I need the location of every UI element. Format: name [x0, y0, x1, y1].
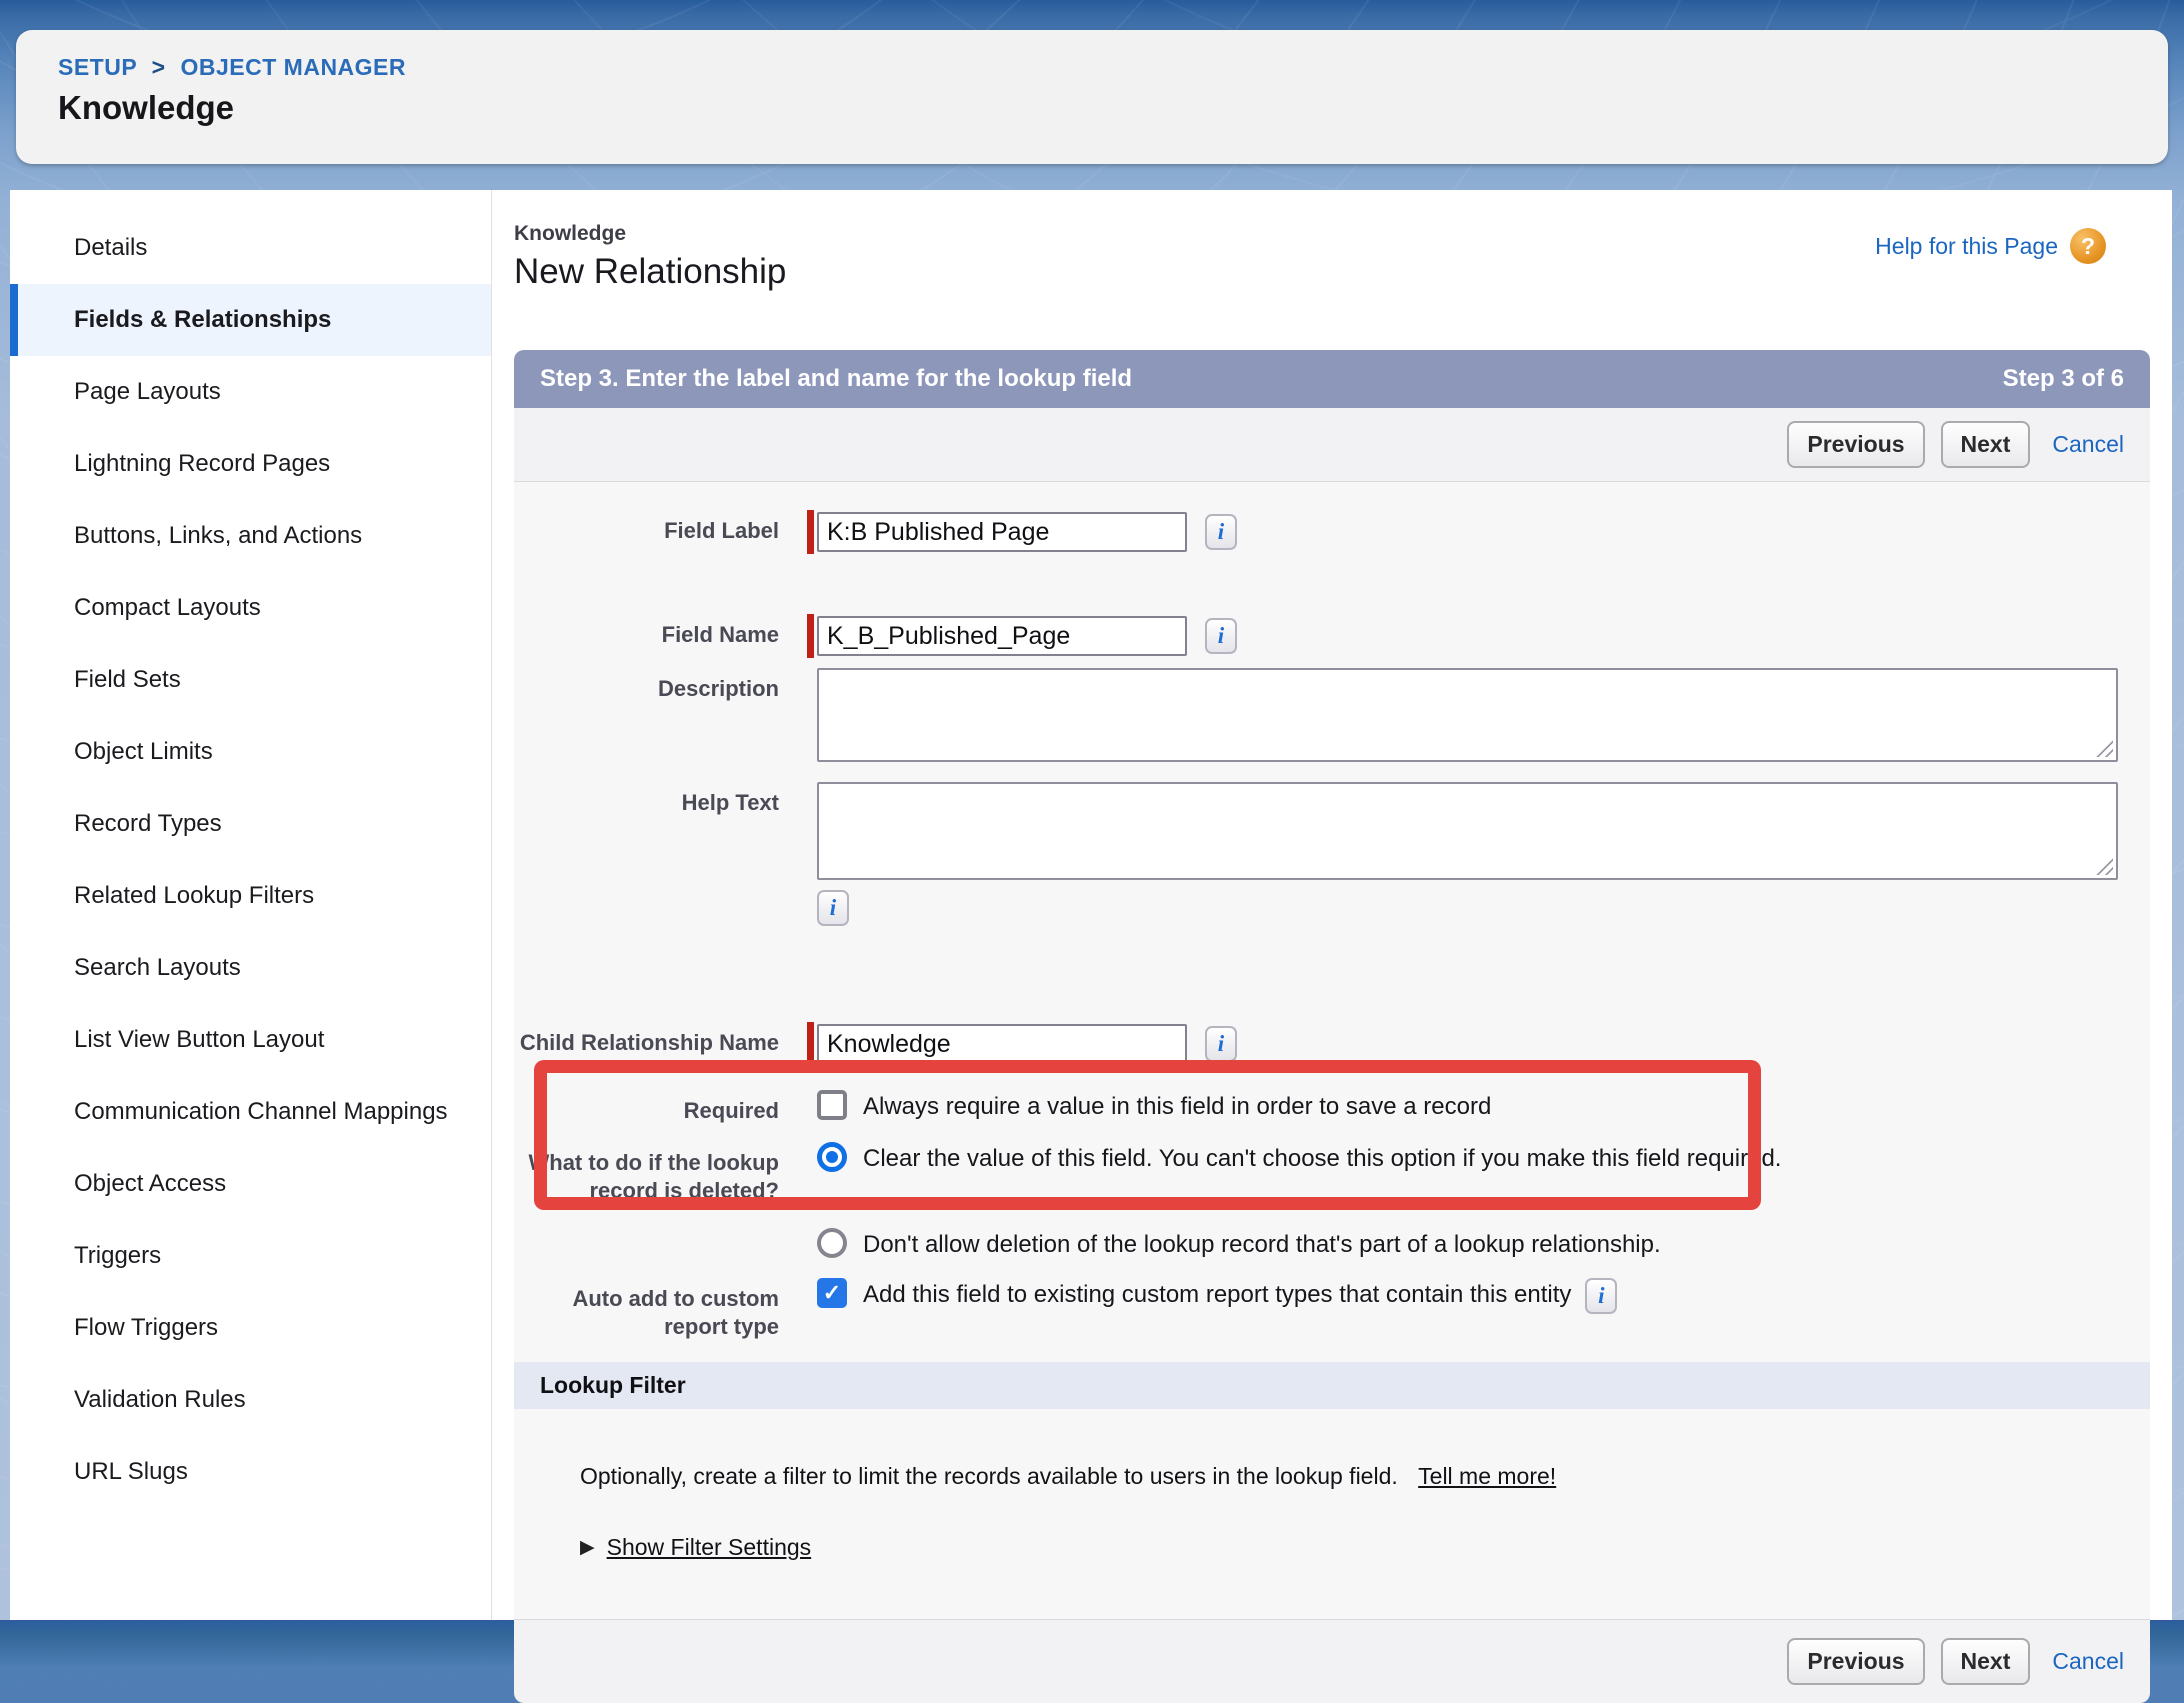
lookup-filter-section-header: Lookup Filter: [514, 1362, 2150, 1409]
radio-unselected-icon[interactable]: [817, 1228, 847, 1258]
sidebar-item-record-types[interactable]: Record Types: [10, 788, 491, 860]
description-row: Description: [514, 668, 2150, 762]
required-option-text: Always require a value in this field in …: [863, 1090, 1491, 1122]
previous-button-bottom[interactable]: Previous: [1787, 1638, 1924, 1685]
dont-allow-deletion-radio[interactable]: Don't allow deletion of the lookup recor…: [817, 1228, 1661, 1260]
breadcrumb-setup-link[interactable]: SETUP: [58, 54, 137, 80]
sidebar-item-search-layouts[interactable]: Search Layouts: [10, 932, 491, 1004]
checkbox-unchecked-icon[interactable]: [817, 1090, 847, 1120]
field-label-input[interactable]: [817, 512, 1187, 552]
required-bar: [807, 614, 814, 658]
content-area: Details Fields & Relationships Page Layo…: [10, 190, 2172, 1620]
help-question-icon[interactable]: ?: [2070, 228, 2106, 264]
sidebar-item-details[interactable]: Details: [10, 212, 491, 284]
required-label: Required: [514, 1090, 779, 1126]
help-for-this-page-link[interactable]: Help for this Page: [1875, 233, 2058, 260]
lookup-field-form: Field Label i Field Name i: [514, 482, 2150, 1362]
help-area: Help for this Page ?: [1875, 228, 2106, 264]
sidebar-item-buttons-links-actions[interactable]: Buttons, Links, and Actions: [10, 500, 491, 572]
field-label-info-icon[interactable]: i: [1205, 514, 1237, 550]
sidebar-item-fields-and-relationships[interactable]: Fields & Relationships: [10, 284, 491, 356]
field-name-label: Field Name: [514, 614, 779, 650]
breadcrumb-object-manager-link[interactable]: OBJECT MANAGER: [181, 54, 407, 80]
auto-add-checkbox[interactable]: ✓ Add this field to existing custom repo…: [817, 1278, 1617, 1314]
clear-value-option-text: Clear the value of this field. You can't…: [863, 1142, 1781, 1174]
sidebar-item-compact-layouts[interactable]: Compact Layouts: [10, 572, 491, 644]
help-text-row: Help Text i: [514, 782, 2150, 926]
lookup-deleted-label: What to do if the lookup record is delet…: [514, 1142, 779, 1206]
object-title: Knowledge: [58, 89, 2168, 127]
child-relationship-name-info-icon[interactable]: i: [1205, 1026, 1237, 1062]
required-bar: [807, 510, 814, 554]
show-filter-settings[interactable]: ▶ Show Filter Settings: [580, 1534, 2150, 1561]
child-relationship-name-row: Child Relationship Name i: [514, 1022, 2150, 1066]
field-label-label: Field Label: [514, 510, 779, 546]
auto-add-option-text: Add this field to existing custom report…: [863, 1278, 1571, 1310]
setup-header: SETUP > OBJECT MANAGER Knowledge: [16, 30, 2168, 164]
lookup-filter-body: Optionally, create a filter to limit the…: [514, 1409, 2150, 1619]
expand-triangle-icon: ▶: [580, 1536, 595, 1559]
previous-button[interactable]: Previous: [1787, 421, 1924, 468]
description-label: Description: [514, 668, 779, 704]
lookup-filter-description: Optionally, create a filter to limit the…: [580, 1463, 2150, 1490]
breadcrumb-separator-icon: >: [152, 54, 166, 80]
child-relationship-name-label: Child Relationship Name: [514, 1022, 779, 1058]
field-name-info-icon[interactable]: i: [1205, 618, 1237, 654]
clear-value-radio[interactable]: Clear the value of this field. You can't…: [817, 1142, 1781, 1174]
dont-allow-deletion-option-text: Don't allow deletion of the lookup recor…: [863, 1228, 1661, 1260]
field-name-row: Field Name i: [514, 614, 2150, 658]
sidebar-item-object-limits[interactable]: Object Limits: [10, 716, 491, 788]
next-button[interactable]: Next: [1941, 421, 2031, 468]
sidebar-item-page-layouts[interactable]: Page Layouts: [10, 356, 491, 428]
show-filter-settings-link[interactable]: Show Filter Settings: [607, 1534, 812, 1561]
step-title: Step 3. Enter the label and name for the…: [540, 365, 1132, 393]
breadcrumb: SETUP > OBJECT MANAGER: [58, 54, 2168, 81]
description-textarea[interactable]: [817, 668, 2118, 762]
main-panel: Knowledge New Relationship Help for this…: [492, 190, 2172, 1620]
sidebar-item-object-access[interactable]: Object Access: [10, 1148, 491, 1220]
help-text-textarea[interactable]: [817, 782, 2118, 880]
sidebar-item-lightning-record-pages[interactable]: Lightning Record Pages: [10, 428, 491, 500]
top-toolbar: Previous Next Cancel: [514, 408, 2150, 482]
cancel-link-bottom[interactable]: Cancel: [2052, 1648, 2124, 1675]
radio-selected-icon[interactable]: [817, 1142, 847, 1172]
sidebar-item-url-slugs[interactable]: URL Slugs: [10, 1436, 491, 1508]
sidebar-item-triggers[interactable]: Triggers: [10, 1220, 491, 1292]
sidebar-item-list-view-button-layout[interactable]: List View Button Layout: [10, 1004, 491, 1076]
tell-me-more-link[interactable]: Tell me more!: [1418, 1463, 1556, 1489]
help-text-label: Help Text: [514, 782, 779, 818]
next-button-bottom[interactable]: Next: [1941, 1638, 2031, 1685]
sidebar-item-field-sets[interactable]: Field Sets: [10, 644, 491, 716]
checkbox-checked-icon[interactable]: ✓: [817, 1278, 847, 1308]
page-head: Knowledge New Relationship Help for this…: [514, 190, 2150, 350]
bottom-toolbar: Previous Next Cancel: [514, 1619, 2150, 1703]
sidebar-item-flow-triggers[interactable]: Flow Triggers: [10, 1292, 491, 1364]
object-manager-sidebar: Details Fields & Relationships Page Layo…: [10, 190, 492, 1620]
required-checkbox[interactable]: Always require a value in this field in …: [817, 1090, 1491, 1122]
required-row: Required Always require a value in this …: [514, 1090, 2150, 1126]
field-label-row: Field Label i: [514, 510, 2150, 554]
sidebar-item-related-lookup-filters[interactable]: Related Lookup Filters: [10, 860, 491, 932]
auto-add-row: Auto add to custom report type ✓ Add thi…: [514, 1278, 2150, 1342]
sidebar-item-validation-rules[interactable]: Validation Rules: [10, 1364, 491, 1436]
sidebar-item-communication-channel-mappings[interactable]: Communication Channel Mappings: [10, 1076, 491, 1148]
help-text-info-icon[interactable]: i: [817, 890, 849, 926]
new-relationship-wizard: Step 3. Enter the label and name for the…: [514, 350, 2150, 1703]
lookup-deleted-row: What to do if the lookup record is delet…: [514, 1142, 2150, 1206]
lookup-deleted-row-2: Don't allow deletion of the lookup recor…: [514, 1228, 2150, 1260]
required-bar: [807, 1022, 814, 1066]
auto-add-label: Auto add to custom report type: [514, 1278, 779, 1342]
field-name-input[interactable]: [817, 616, 1187, 656]
step-header-bar: Step 3. Enter the label and name for the…: [514, 350, 2150, 408]
child-relationship-name-input[interactable]: [817, 1024, 1187, 1064]
step-indicator: Step 3 of 6: [2003, 365, 2124, 393]
auto-add-info-icon[interactable]: i: [1585, 1278, 1617, 1314]
lookup-filter-description-text: Optionally, create a filter to limit the…: [580, 1463, 1398, 1489]
cancel-link[interactable]: Cancel: [2052, 431, 2124, 458]
